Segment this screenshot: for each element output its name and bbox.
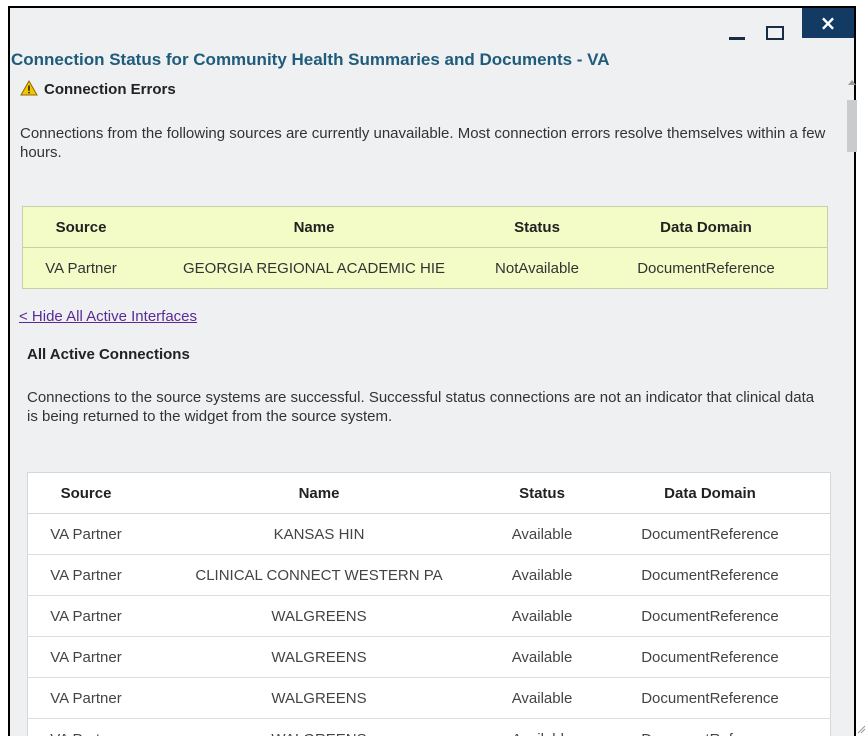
cell-status: Available bbox=[494, 513, 590, 555]
connection-errors-description: Connections from the following sources a… bbox=[20, 125, 826, 161]
vertical-scrollbar[interactable] bbox=[846, 74, 858, 736]
cell-source: VA Partner bbox=[27, 718, 144, 736]
active-connections-heading: All Active Connections bbox=[27, 346, 190, 363]
column-header-status: Status bbox=[494, 472, 590, 514]
dialog-title: Connection Status for Community Health S… bbox=[11, 50, 610, 69]
cell-source: VA Partner bbox=[45, 259, 117, 277]
cell-source: VA Partner bbox=[27, 595, 144, 637]
close-icon: × bbox=[819, 11, 837, 35]
table-row: VA Partner WALGREENS Available DocumentR… bbox=[27, 595, 831, 637]
column-header-source: Source bbox=[27, 472, 144, 514]
cell-source: VA Partner bbox=[27, 677, 144, 719]
scroll-up-arrow-icon[interactable] bbox=[848, 80, 856, 85]
screen: × Connection Status for Community Health… bbox=[0, 0, 868, 736]
cell-status: Available bbox=[494, 636, 590, 678]
hide-active-interfaces-link[interactable]: < Hide All Active Interfaces bbox=[19, 308, 197, 325]
column-header-source: Source bbox=[22, 206, 139, 248]
cell-source: VA Partner bbox=[27, 554, 144, 596]
cell-data-domain: DocumentReference bbox=[590, 554, 831, 596]
minimize-icon bbox=[729, 37, 745, 40]
cell-name: WALGREENS bbox=[144, 595, 494, 637]
cell-name: WALGREENS bbox=[144, 718, 494, 736]
resize-grip-icon[interactable] bbox=[856, 724, 866, 734]
connection-errors-heading: Connection Errors bbox=[20, 80, 176, 98]
connection-status-dialog: × Connection Status for Community Health… bbox=[8, 6, 858, 736]
error-connections-table: Source Name Status Data Domain VA Partne… bbox=[22, 206, 828, 289]
cell-status: Available bbox=[494, 554, 590, 596]
column-header-data-domain: Data Domain bbox=[585, 206, 828, 248]
cell-source: VA Partner bbox=[27, 636, 144, 678]
table-row: VA Partner WALGREENS Available DocumentR… bbox=[27, 677, 831, 719]
cell-data-domain: DocumentReference bbox=[637, 259, 775, 277]
active-connections-table: Source Name Status Data Domain VA Partne… bbox=[27, 472, 831, 736]
error-table-container: Source Name Status Data Domain VA Partne… bbox=[22, 206, 828, 289]
dialog-content: Connection Status for Community Health S… bbox=[10, 48, 846, 736]
table-row: VA Partner CLINICAL CONNECT WESTERN PA A… bbox=[27, 554, 831, 596]
cell-data-domain: DocumentReference bbox=[590, 513, 831, 555]
warning-icon bbox=[20, 80, 38, 96]
table-header-row: Source Name Status Data Domain bbox=[22, 206, 828, 248]
column-header-name: Name bbox=[144, 472, 494, 514]
column-header-status: Status bbox=[489, 206, 585, 248]
cell-name: GEORGIA REGIONAL ACADEMIC HIE bbox=[182, 259, 445, 277]
cell-name: KANSAS HIN bbox=[144, 513, 494, 555]
scroll-thumb[interactable] bbox=[847, 100, 857, 152]
cell-status: Available bbox=[494, 595, 590, 637]
table-header-row: Source Name Status Data Domain bbox=[27, 472, 831, 514]
active-table-container: Source Name Status Data Domain VA Partne… bbox=[27, 472, 831, 736]
cell-data-domain: DocumentReference bbox=[590, 718, 831, 736]
minimize-button[interactable] bbox=[724, 8, 750, 44]
cell-data-domain: DocumentReference bbox=[590, 636, 831, 678]
close-button[interactable]: × bbox=[802, 8, 854, 38]
cell-status: NotAvailable bbox=[495, 259, 579, 277]
cell-name: WALGREENS bbox=[144, 677, 494, 719]
table-row: VA Partner GEORGIA REGIONAL ACADEMIC HIE… bbox=[23, 248, 828, 289]
column-header-name: Name bbox=[139, 206, 489, 248]
cell-status: Available bbox=[494, 677, 590, 719]
cell-data-domain: DocumentReference bbox=[590, 595, 831, 637]
cell-status: Available bbox=[494, 718, 590, 736]
cell-name: CLINICAL CONNECT WESTERN PA bbox=[144, 554, 494, 596]
connection-errors-label: Connection Errors bbox=[44, 81, 176, 98]
column-header-data-domain: Data Domain bbox=[590, 472, 831, 514]
table-row: VA Partner WALGREENS Available DocumentR… bbox=[27, 636, 831, 678]
table-row: VA Partner KANSAS HIN Available Document… bbox=[27, 513, 831, 555]
cell-name: WALGREENS bbox=[144, 636, 494, 678]
table-row: VA Partner WALGREENS Available DocumentR… bbox=[27, 718, 831, 736]
maximize-button[interactable] bbox=[762, 8, 792, 44]
cell-data-domain: DocumentReference bbox=[590, 677, 831, 719]
cell-source: VA Partner bbox=[27, 513, 144, 555]
active-connections-description: Connections to the source systems are su… bbox=[27, 389, 815, 425]
title-bar: × bbox=[10, 8, 854, 48]
maximize-icon bbox=[766, 26, 784, 40]
